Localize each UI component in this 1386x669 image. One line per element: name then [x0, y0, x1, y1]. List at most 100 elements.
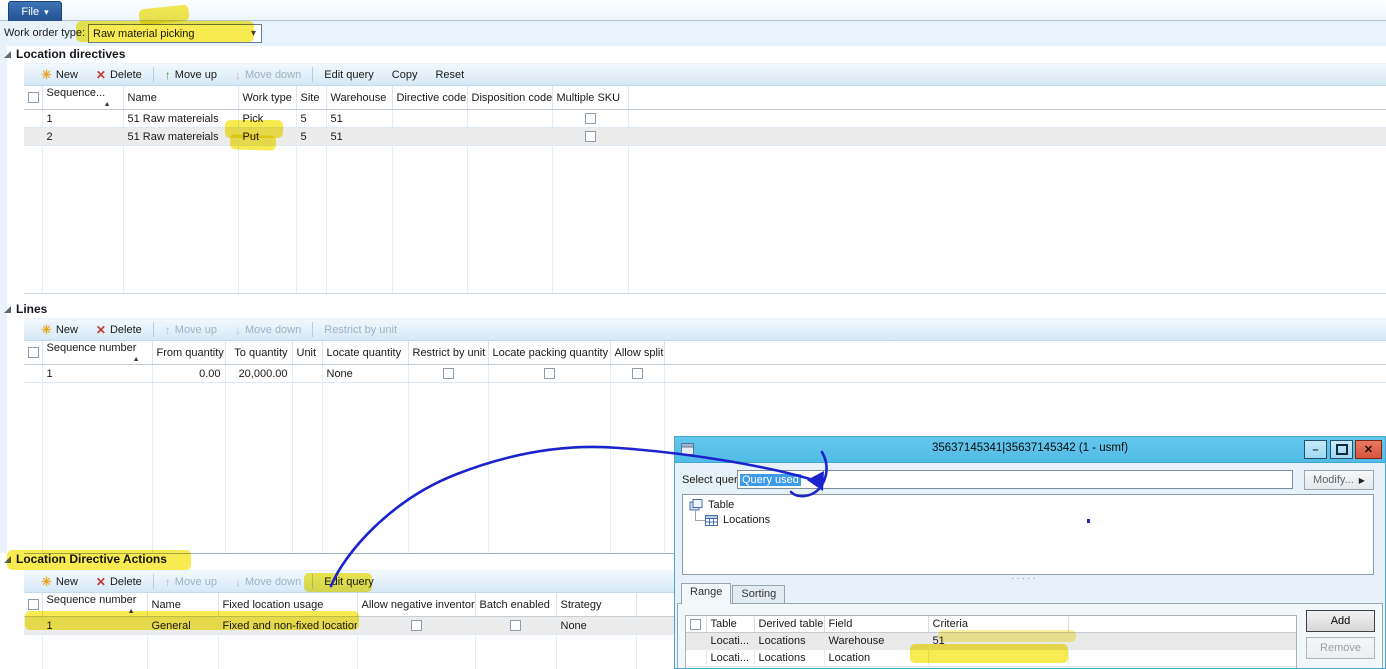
row-checkbox-cell[interactable]	[24, 128, 42, 146]
move-down-button[interactable]: ↓Move down	[226, 571, 310, 592]
col-to-quantity[interactable]: To quantity	[225, 341, 292, 365]
locate-packing-quantity-checkbox[interactable]	[488, 365, 610, 383]
row-checkbox-cell[interactable]	[686, 650, 706, 667]
multiple-sku-checkbox[interactable]	[552, 110, 628, 128]
move-down-icon: ↓	[235, 69, 241, 81]
row-checkbox-cell[interactable]	[24, 110, 42, 128]
close-button[interactable]: ✕	[1355, 440, 1382, 459]
location-directives-toolbar: ✳New ✕Delete ↑Move up ↓Move down Edit qu…	[24, 63, 1386, 86]
col-table[interactable]: Table	[706, 616, 754, 633]
add-button[interactable]: Add	[1306, 610, 1375, 632]
col-name[interactable]: Name	[123, 86, 238, 110]
multiple-sku-checkbox[interactable]	[552, 128, 628, 146]
col-batch-enabled[interactable]: Batch enabled	[475, 593, 556, 617]
modify-flyout-icon: ▶	[1359, 476, 1365, 485]
col-filler	[628, 86, 1386, 110]
tab-range[interactable]: Range	[681, 583, 731, 604]
grid-empty-area	[24, 146, 1386, 294]
col-work-type[interactable]: Work type	[238, 86, 296, 110]
reset-button[interactable]: Reset	[426, 64, 473, 85]
remove-button[interactable]: Remove	[1306, 637, 1375, 659]
section-header-lines[interactable]: Lines	[4, 302, 47, 316]
col-filler	[664, 341, 1386, 365]
work-order-type-label: Work order type:	[4, 27, 85, 39]
col-allow-split[interactable]: Allow split	[610, 341, 664, 365]
move-up-icon: ↑	[165, 69, 171, 81]
restrict-by-unit-checkbox[interactable]	[408, 365, 488, 383]
checkbox-icon	[28, 347, 39, 358]
checkbox-icon	[585, 113, 596, 124]
edit-query-button[interactable]: Edit query	[315, 64, 383, 85]
highlight-location-criteria	[910, 644, 1068, 663]
delete-button[interactable]: ✕Delete	[87, 64, 151, 85]
checkbox-icon	[443, 368, 454, 379]
col-strategy[interactable]: Strategy	[556, 593, 636, 617]
highlight-actions-header	[7, 550, 191, 570]
new-button[interactable]: ✳New	[32, 319, 87, 340]
splitter-handle[interactable]: ·····	[1011, 573, 1038, 584]
file-menu-button[interactable]: File ▾	[8, 1, 62, 22]
col-multiple-sku[interactable]: Multiple SKU	[552, 86, 628, 110]
move-down-icon: ↓	[235, 576, 241, 588]
select-query-input[interactable]: Query used	[737, 470, 1293, 489]
checkbox-icon	[544, 368, 555, 379]
toolbar-separator	[312, 67, 313, 82]
select-all-checkbox[interactable]	[24, 86, 42, 110]
checkbox-icon	[411, 620, 422, 631]
dialog-titlebar[interactable]: 35637145341|35637145342 (1 - usmf) – ✕	[675, 437, 1385, 463]
col-field[interactable]: Field	[824, 616, 928, 633]
copy-button[interactable]: Copy	[383, 64, 427, 85]
col-allow-negative-inventory[interactable]: Allow negative inventory	[357, 593, 475, 617]
col-locate-packing-quantity[interactable]: Locate packing quantity	[488, 341, 610, 365]
restrict-by-unit-button[interactable]: Restrict by unit	[315, 319, 406, 340]
new-button[interactable]: ✳New	[32, 571, 87, 592]
move-up-button[interactable]: ↑Move up	[156, 64, 226, 85]
delete-icon: ✕	[96, 576, 106, 588]
section-header-location-directives[interactable]: Location directives	[4, 47, 125, 61]
table-row[interactable]: 1 0.00 20,000.00 None	[24, 365, 1386, 383]
dialog-tabs: Range Sorting	[681, 584, 786, 604]
col-derived-table[interactable]: Derived table	[754, 616, 824, 633]
move-up-button[interactable]: ↑Move up	[156, 319, 226, 340]
col-unit[interactable]: Unit	[292, 341, 322, 365]
select-all-checkbox[interactable]	[24, 341, 42, 365]
move-up-button[interactable]: ↑Move up	[156, 571, 226, 592]
batch-enabled-checkbox[interactable]	[475, 617, 556, 635]
move-down-icon: ↓	[235, 324, 241, 336]
tab-sorting[interactable]: Sorting	[732, 585, 785, 604]
move-down-button[interactable]: ↓Move down	[226, 64, 310, 85]
checkbox-icon	[585, 131, 596, 142]
maximize-button[interactable]	[1330, 440, 1353, 459]
delete-button[interactable]: ✕Delete	[87, 571, 151, 592]
row-checkbox-cell[interactable]	[686, 633, 706, 650]
allow-negative-inventory-checkbox[interactable]	[357, 617, 475, 635]
col-warehouse[interactable]: Warehouse	[326, 86, 392, 110]
row-checkbox-cell[interactable]	[24, 365, 42, 383]
new-button[interactable]: ✳New	[32, 64, 87, 85]
tree-connector-line	[695, 511, 705, 521]
delete-button[interactable]: ✕Delete	[87, 319, 151, 340]
tree-node-table[interactable]: Table	[689, 499, 734, 511]
col-sequence-number[interactable]: Sequence number▲	[42, 341, 152, 365]
toolbar-separator	[153, 574, 154, 589]
col-directive-code[interactable]: Directive code	[392, 86, 467, 110]
move-down-button[interactable]: ↓Move down	[226, 319, 310, 340]
grid-header-row: Sequence...▲ Name Work type Site Warehou…	[24, 86, 1386, 110]
minimize-icon: –	[1312, 444, 1318, 456]
col-restrict-by-unit[interactable]: Restrict by unit	[408, 341, 488, 365]
checkbox-icon	[28, 599, 39, 610]
allow-split-checkbox[interactable]	[610, 365, 664, 383]
expander-triangle-icon	[4, 306, 11, 313]
modify-button[interactable]: Modify... ▶	[1304, 470, 1374, 490]
minimize-button[interactable]: –	[1304, 440, 1327, 459]
query-table-tree: Table Locations	[682, 494, 1374, 575]
tree-node-locations[interactable]: Locations	[705, 514, 770, 526]
select-all-checkbox[interactable]	[686, 616, 706, 633]
col-sequence[interactable]: Sequence...▲	[42, 86, 123, 110]
col-disposition-code[interactable]: Disposition code	[467, 86, 552, 110]
col-site[interactable]: Site	[296, 86, 326, 110]
col-locate-quantity[interactable]: Locate quantity	[322, 341, 408, 365]
col-from-quantity[interactable]: From quantity	[152, 341, 225, 365]
stray-ink-dot	[1087, 519, 1090, 523]
new-icon: ✳	[41, 575, 52, 588]
